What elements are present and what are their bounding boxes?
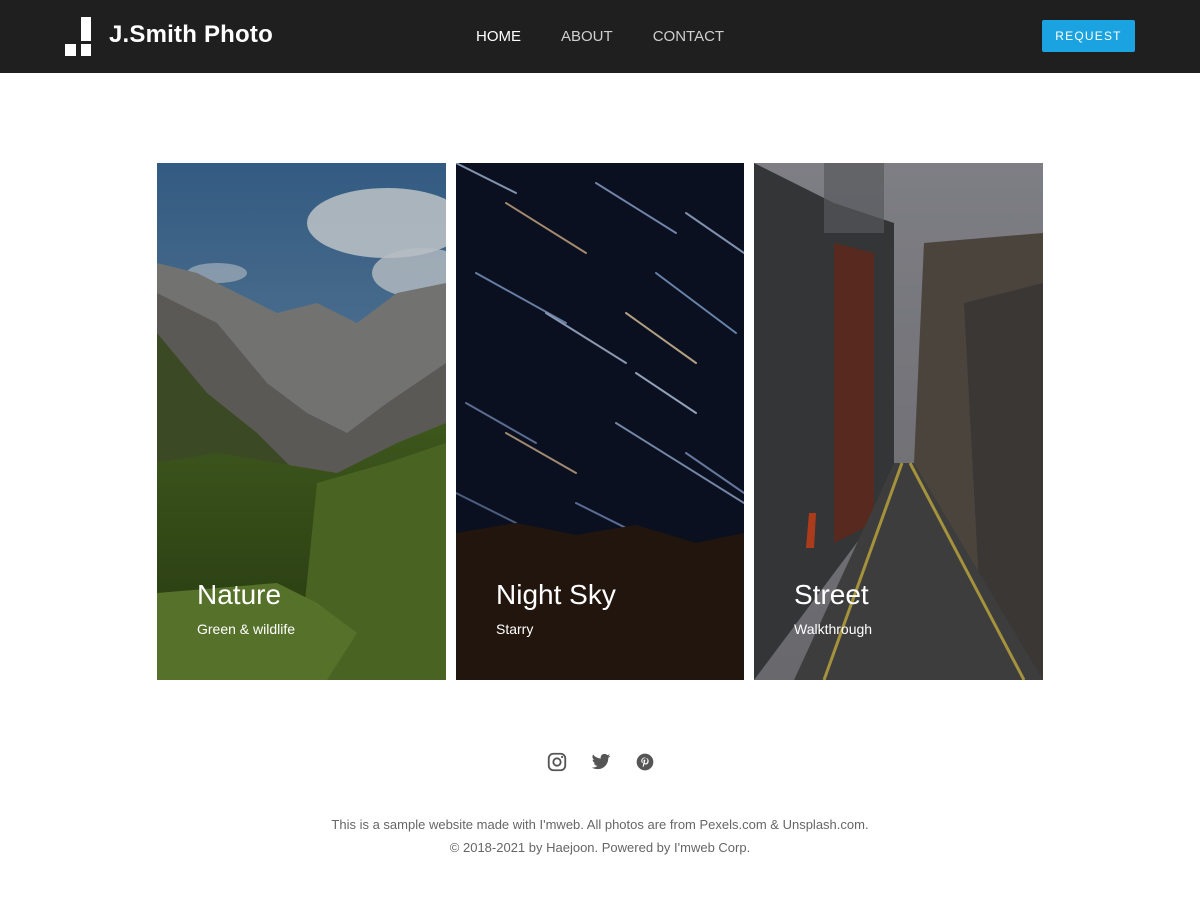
nav-contact[interactable]: CONTACT xyxy=(653,28,724,45)
footer-note: This is a sample website made with I'mwe… xyxy=(331,817,869,832)
request-button[interactable]: REQUEST xyxy=(1042,20,1135,52)
main-nav: HOME ABOUT CONTACT xyxy=(476,28,764,45)
gallery-card-night-sky[interactable]: Night Sky Starry xyxy=(456,163,744,680)
site-header: J.Smith Photo HOME ABOUT CONTACT REQUEST xyxy=(0,0,1200,73)
footer-copyright: © 2018-2021 by Haejoon. Powered by I'mwe… xyxy=(449,840,751,855)
logo-block xyxy=(81,44,91,56)
instagram-icon[interactable] xyxy=(545,750,569,774)
card-title: Night Sky xyxy=(496,579,616,610)
pinterest-icon[interactable] xyxy=(633,750,657,774)
card-title: Street xyxy=(794,579,869,610)
card-subtitle: Starry xyxy=(496,621,534,637)
card-title: Nature xyxy=(197,579,282,610)
site-brand[interactable]: J.Smith Photo xyxy=(109,21,273,49)
nav-home[interactable]: HOME xyxy=(476,28,521,45)
nav-about[interactable]: ABOUT xyxy=(561,28,613,45)
logo[interactable] xyxy=(65,17,91,57)
card-subtitle: Walkthrough xyxy=(794,621,873,637)
gallery-card-nature[interactable]: Nature Green & wildlife xyxy=(157,163,446,680)
gallery-card-street[interactable]: Street Walkthrough xyxy=(754,163,1043,680)
twitter-icon[interactable] xyxy=(589,750,613,774)
logo-block xyxy=(81,17,91,41)
social-links xyxy=(545,750,657,774)
card-subtitle: Green & wildlife xyxy=(197,621,296,637)
logo-block xyxy=(65,44,76,56)
